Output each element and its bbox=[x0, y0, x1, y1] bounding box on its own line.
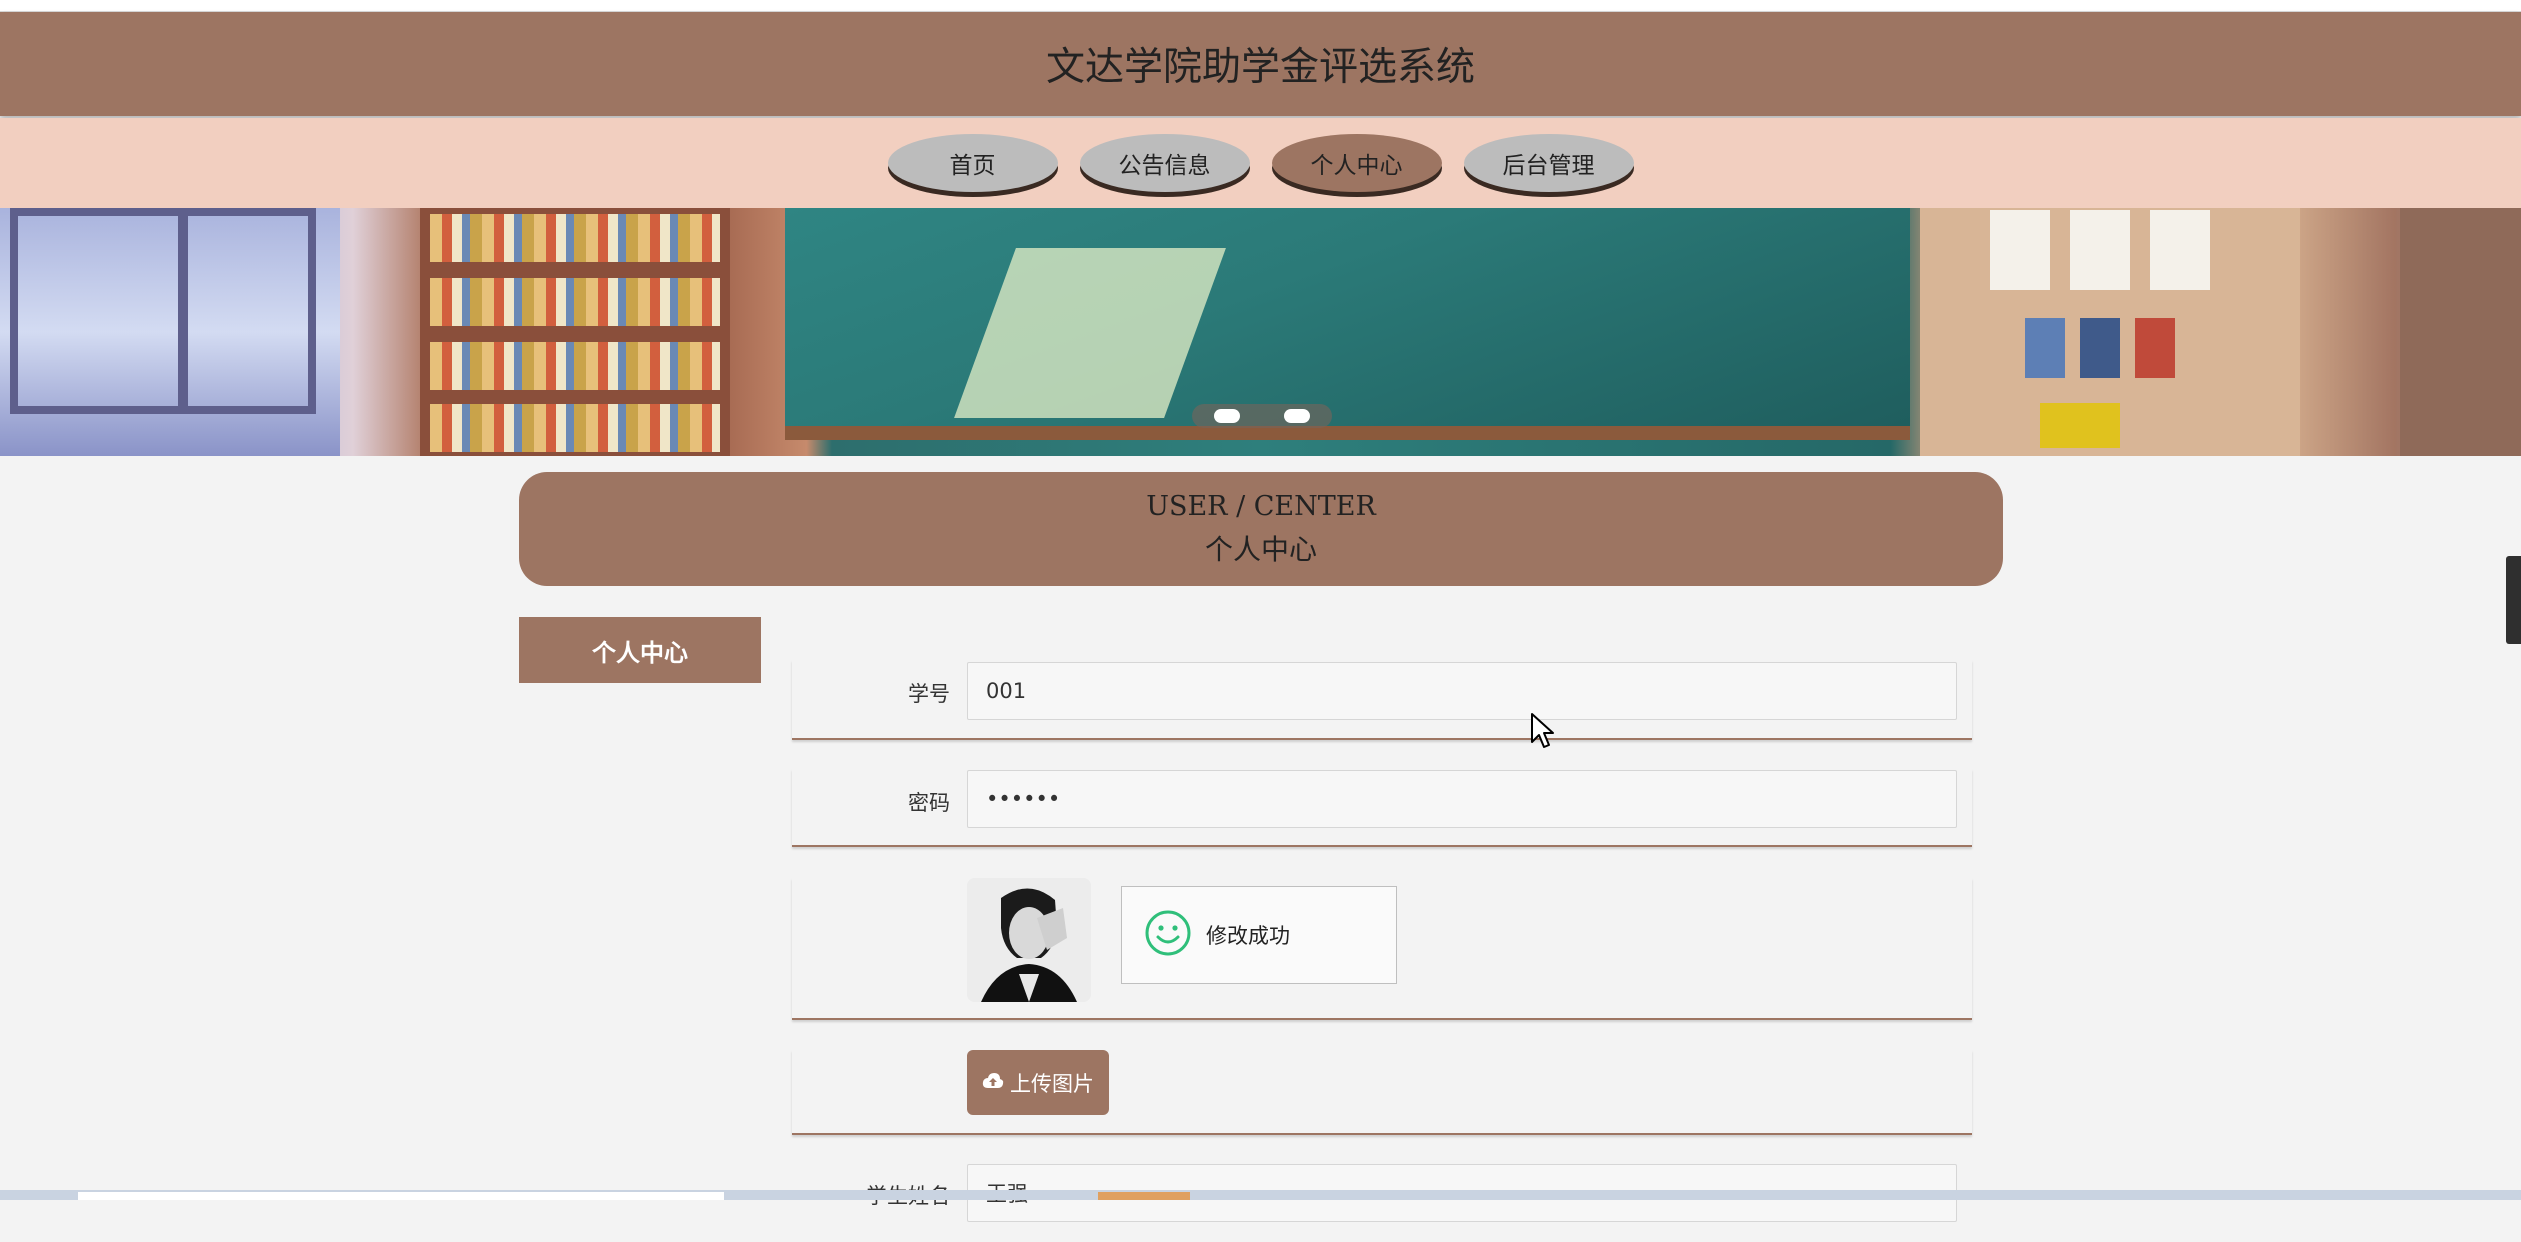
sidebar-item-user-center[interactable]: 个人中心 bbox=[519, 617, 761, 683]
toast-message: 修改成功 bbox=[1206, 924, 1290, 948]
carousel-indicators bbox=[1192, 404, 1332, 428]
site-header: 文达学院助学金评选系统 bbox=[0, 12, 2521, 116]
banner-window-illustration bbox=[0, 208, 340, 456]
form-row-password: 密码 •••••• bbox=[792, 769, 1972, 847]
section-title-cn: 个人中心 bbox=[1204, 532, 1317, 566]
carousel-dot-1[interactable] bbox=[1214, 409, 1240, 423]
upload-button-label: 上传图片 bbox=[1010, 1071, 1094, 1096]
taskbar-strip bbox=[0, 1190, 2521, 1200]
form-row-upload: 上传图片 bbox=[792, 1050, 1972, 1135]
student-id-label: 学号 bbox=[908, 682, 950, 706]
success-toast: 修改成功 bbox=[1121, 886, 1397, 984]
section-title: USER / CENTER 个人中心 bbox=[519, 472, 2003, 586]
smile-icon bbox=[1144, 909, 1192, 962]
form-row-student-id: 学号 001 bbox=[792, 660, 1972, 740]
section-title-en: USER / CENTER bbox=[1146, 490, 1376, 522]
password-label: 密码 bbox=[908, 791, 950, 815]
taskbar-segment bbox=[78, 1192, 724, 1200]
scrollbar-handle[interactable] bbox=[2506, 556, 2521, 644]
nav-item-user-center[interactable]: 个人中心 bbox=[1271, 134, 1442, 192]
banner-chalkboard-illustration bbox=[785, 208, 1910, 440]
banner-wall-illustration bbox=[1920, 208, 2300, 456]
student-id-input[interactable]: 001 bbox=[967, 662, 1957, 720]
site-title: 文达学院助学金评选系统 bbox=[1045, 45, 1475, 90]
main-nav: 首页 公告信息 个人中心 后台管理 bbox=[0, 118, 2521, 208]
nav-item-home[interactable]: 首页 bbox=[887, 134, 1058, 192]
password-input[interactable]: •••••• bbox=[967, 770, 1957, 828]
nav-item-admin[interactable]: 后台管理 bbox=[1463, 134, 1634, 192]
banner-bookshelf-illustration bbox=[420, 208, 730, 456]
avatar-image bbox=[967, 878, 1091, 1002]
banner-door-illustration bbox=[2400, 208, 2521, 456]
cloud-upload-icon bbox=[982, 1071, 1004, 1095]
mouse-cursor-icon bbox=[1530, 712, 1556, 754]
form-row-student-name: 学生姓名 王强 bbox=[792, 1162, 1972, 1242]
form-row-avatar: 修改成功 bbox=[792, 878, 1972, 1020]
carousel-dot-2[interactable] bbox=[1284, 409, 1310, 423]
nav-item-announcements[interactable]: 公告信息 bbox=[1079, 134, 1250, 192]
taskbar-active-segment bbox=[1098, 1192, 1190, 1200]
upload-image-button[interactable]: 上传图片 bbox=[967, 1050, 1109, 1115]
